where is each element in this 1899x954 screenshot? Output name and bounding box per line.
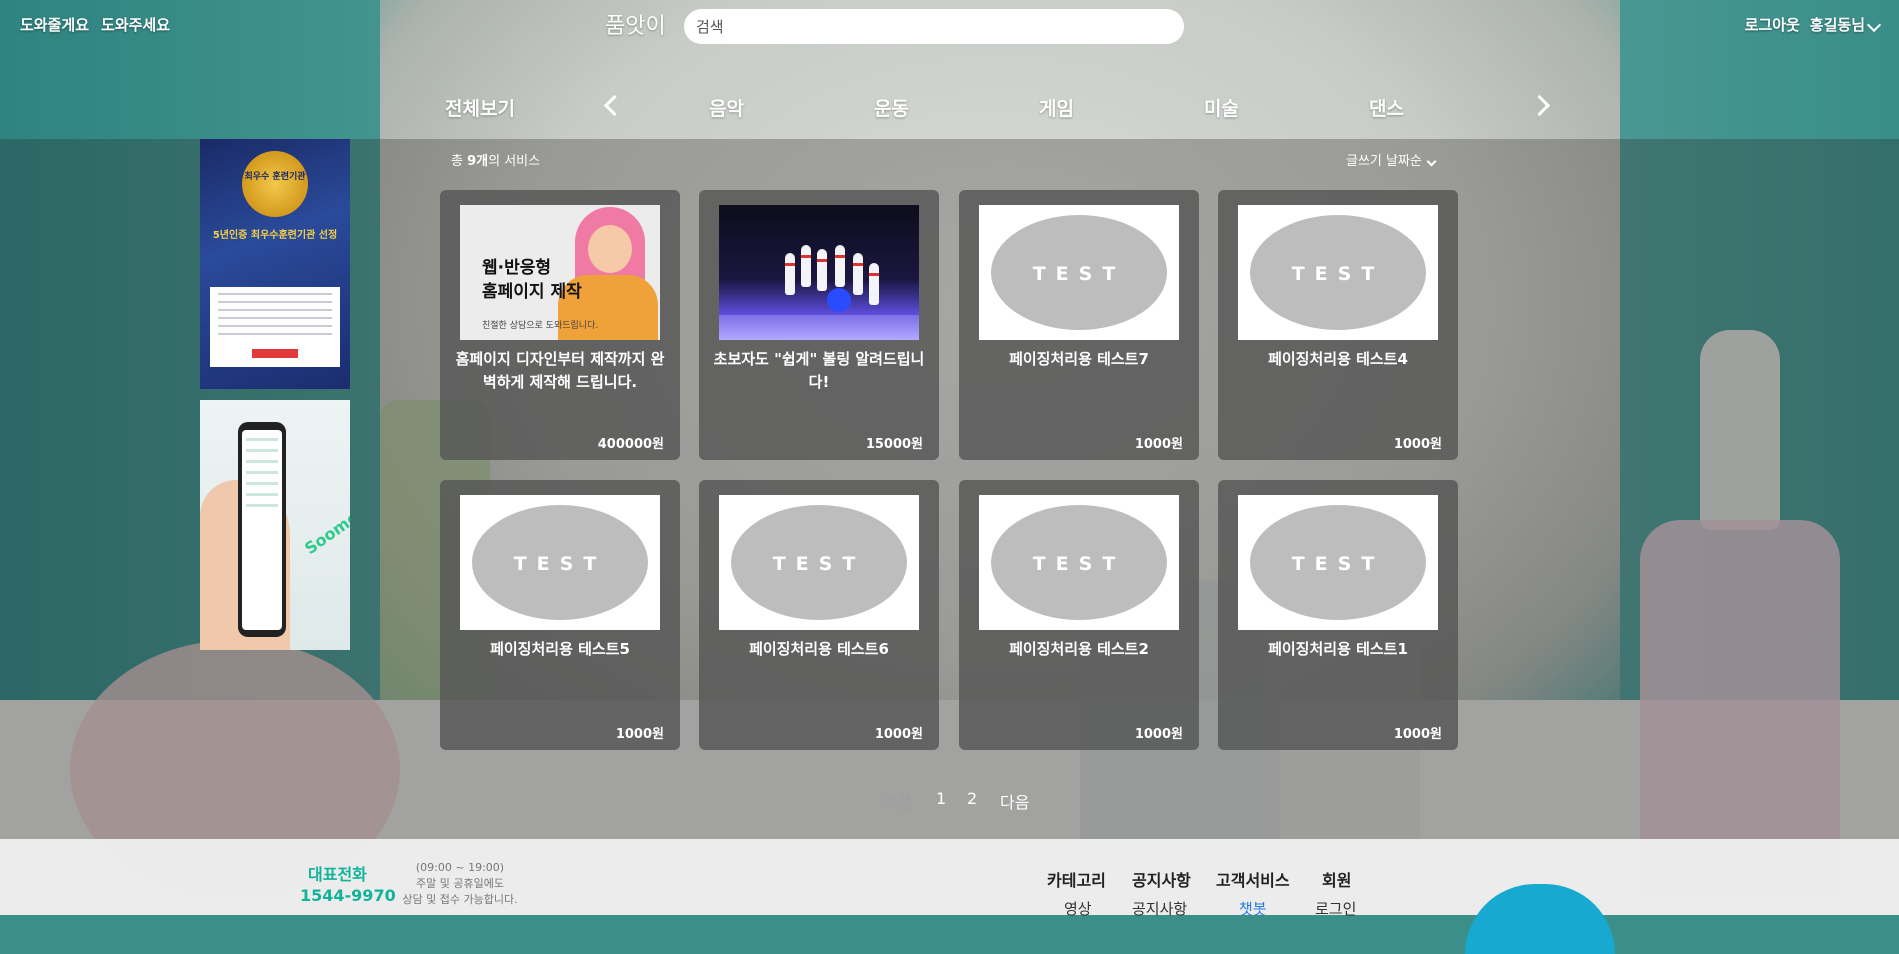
chevron-down-icon [1866,17,1882,33]
service-price: 15000원 [865,437,923,452]
help-links: 도와줄게요 도와주세요 [20,14,170,35]
category-item[interactable]: 미술 [1204,94,1239,121]
logout-link[interactable]: 로그아웃 [1745,14,1800,35]
service-thumbnail: TEST [719,495,919,630]
award-badge-icon [242,151,308,217]
service-title: 페이징처리용 테스트6 [749,640,889,658]
service-price: 1000원 [615,727,664,742]
pagination: 이전 1 2 다음 [0,789,1899,812]
service-title: 페이징처리용 테스트7 [1009,350,1149,368]
site-logo[interactable]: 품앗이 [605,8,666,40]
service-title: 페이징처리용 테스트1 [1268,640,1408,658]
service-thumbnail [719,205,919,340]
user-area: 로그아웃 홍길동님 [1745,14,1882,35]
page-number[interactable]: 2 [967,789,977,808]
chevron-left-icon[interactable] [603,94,626,117]
service-title: 페이징처리용 테스트2 [1009,640,1149,658]
category-item[interactable]: 게임 [1039,94,1074,121]
service-price: 400000원 [597,437,664,452]
help-offer-link[interactable]: 도와줄게요 [20,14,89,35]
search-bar [684,9,1184,44]
sort-label: 글쓰기 날짜순 [1346,154,1422,169]
footer-menu-member[interactable]: 회원 [1322,867,1351,891]
phone-screen [242,430,282,630]
footer-link-chatbot[interactable]: 챗봇 [1239,898,1267,919]
page-number[interactable]: 1 [936,789,946,808]
category-item[interactable]: 운동 [874,94,909,121]
service-price: 1000원 [1134,727,1183,742]
footer-menu-category[interactable]: 카테고리 [1047,867,1106,891]
side-ad-soomgo[interactable]: Soomgo [200,400,350,650]
service-thumbnail: TEST [1238,495,1438,630]
service-card[interactable]: TEST 페이징처리용 테스트4 1000원 [1218,190,1458,460]
service-price: 1000원 [1393,727,1442,742]
service-card[interactable]: TEST 페이징처리용 테스트6 1000원 [699,480,939,750]
top-header: 도와줄게요 도와주세요 품앗이 로그아웃 홍길동님 [0,0,1899,55]
service-title: 홈페이지 디자인부터 제작까지 완벽하게 제작해 드립니다. [455,350,665,391]
service-title: 페이징처리용 테스트4 [1268,350,1408,368]
service-thumbnail: TEST [460,495,660,630]
service-price: 1000원 [1393,437,1442,452]
help-request-link[interactable]: 도와주세요 [101,14,170,35]
footer-link-login[interactable]: 로그인 [1315,898,1356,919]
footer-menu-support[interactable]: 고객서비스 [1216,867,1290,891]
phone-label: 대표전화 [308,865,367,884]
footer-menu-notice[interactable]: 공지사항 [1132,867,1191,891]
chevron-right-icon[interactable] [1528,94,1551,117]
ad-badge-text: 최우수 훈련기관 [244,172,306,182]
service-count: 총 9개의 서비스 [451,154,541,169]
service-thumbnail: TEST [979,495,1179,630]
user-menu[interactable]: 홍길동님 [1809,14,1882,35]
ad-cta-button [252,349,298,358]
soomgo-logo: Soomgo [301,500,350,559]
user-name: 홍길동님 [1809,16,1865,34]
service-title: 페이징처리용 테스트5 [490,640,630,658]
category-all[interactable]: 전체보기 [445,94,515,121]
service-card[interactable]: TEST 페이징처리용 테스트2 1000원 [959,480,1199,750]
phone-number: 1544-9970 [300,886,396,905]
service-thumbnail: 웹·반응형 홈페이지 제작 친절한 상담으로 도와드립니다. [460,205,660,340]
category-item[interactable]: 댄스 [1369,94,1404,121]
footer: 대표전화 1544-9970 (09:00 ~ 19:00) 주말 및 공휴일에… [0,839,1899,954]
sort-dropdown[interactable]: 글쓰기 날짜순 [1346,150,1437,169]
service-thumbnail: TEST [1238,205,1438,340]
category-item[interactable]: 음악 [709,94,744,121]
prev-page-button[interactable]: 이전 [882,789,911,813]
ad-headline: 5년인증 최우수훈련기관 선정 [212,230,338,241]
footer-link-notice[interactable]: 공지사항 [1132,898,1187,919]
chat-bubble-icon[interactable] [1465,884,1615,954]
service-card[interactable]: 초보자도 "쉽게" 볼링 알려드립니다! 15000원 [699,190,939,460]
business-hours: (09:00 ~ 19:00) 주말 및 공휴일에도 상담 및 접수 가능합니다… [402,861,518,906]
footer-link-video[interactable]: 영상 [1064,898,1092,919]
service-thumbnail: TEST [979,205,1179,340]
service-title: 초보자도 "쉽게" 볼링 알려드립니다! [713,350,925,391]
service-card[interactable]: TEST 페이징처리용 테스트5 1000원 [440,480,680,750]
next-page-button[interactable]: 다음 [1000,789,1029,813]
search-input[interactable] [684,9,1168,44]
service-card[interactable]: 웹·반응형 홈페이지 제작 친절한 상담으로 도와드립니다. 홈페이지 디자인부… [440,190,680,460]
service-card[interactable]: TEST 페이징처리용 테스트1 1000원 [1218,480,1458,750]
service-card[interactable]: TEST 페이징처리용 테스트7 1000원 [959,190,1199,460]
service-price: 1000원 [874,727,923,742]
chevron-down-icon [1426,156,1437,167]
category-nav: 전체보기 음악 운동 게임 미술 댄스 [0,88,1899,124]
side-ad-training[interactable]: 최우수 훈련기관 5년인증 최우수훈련기관 선정 [200,139,350,389]
service-price: 1000원 [1134,437,1183,452]
